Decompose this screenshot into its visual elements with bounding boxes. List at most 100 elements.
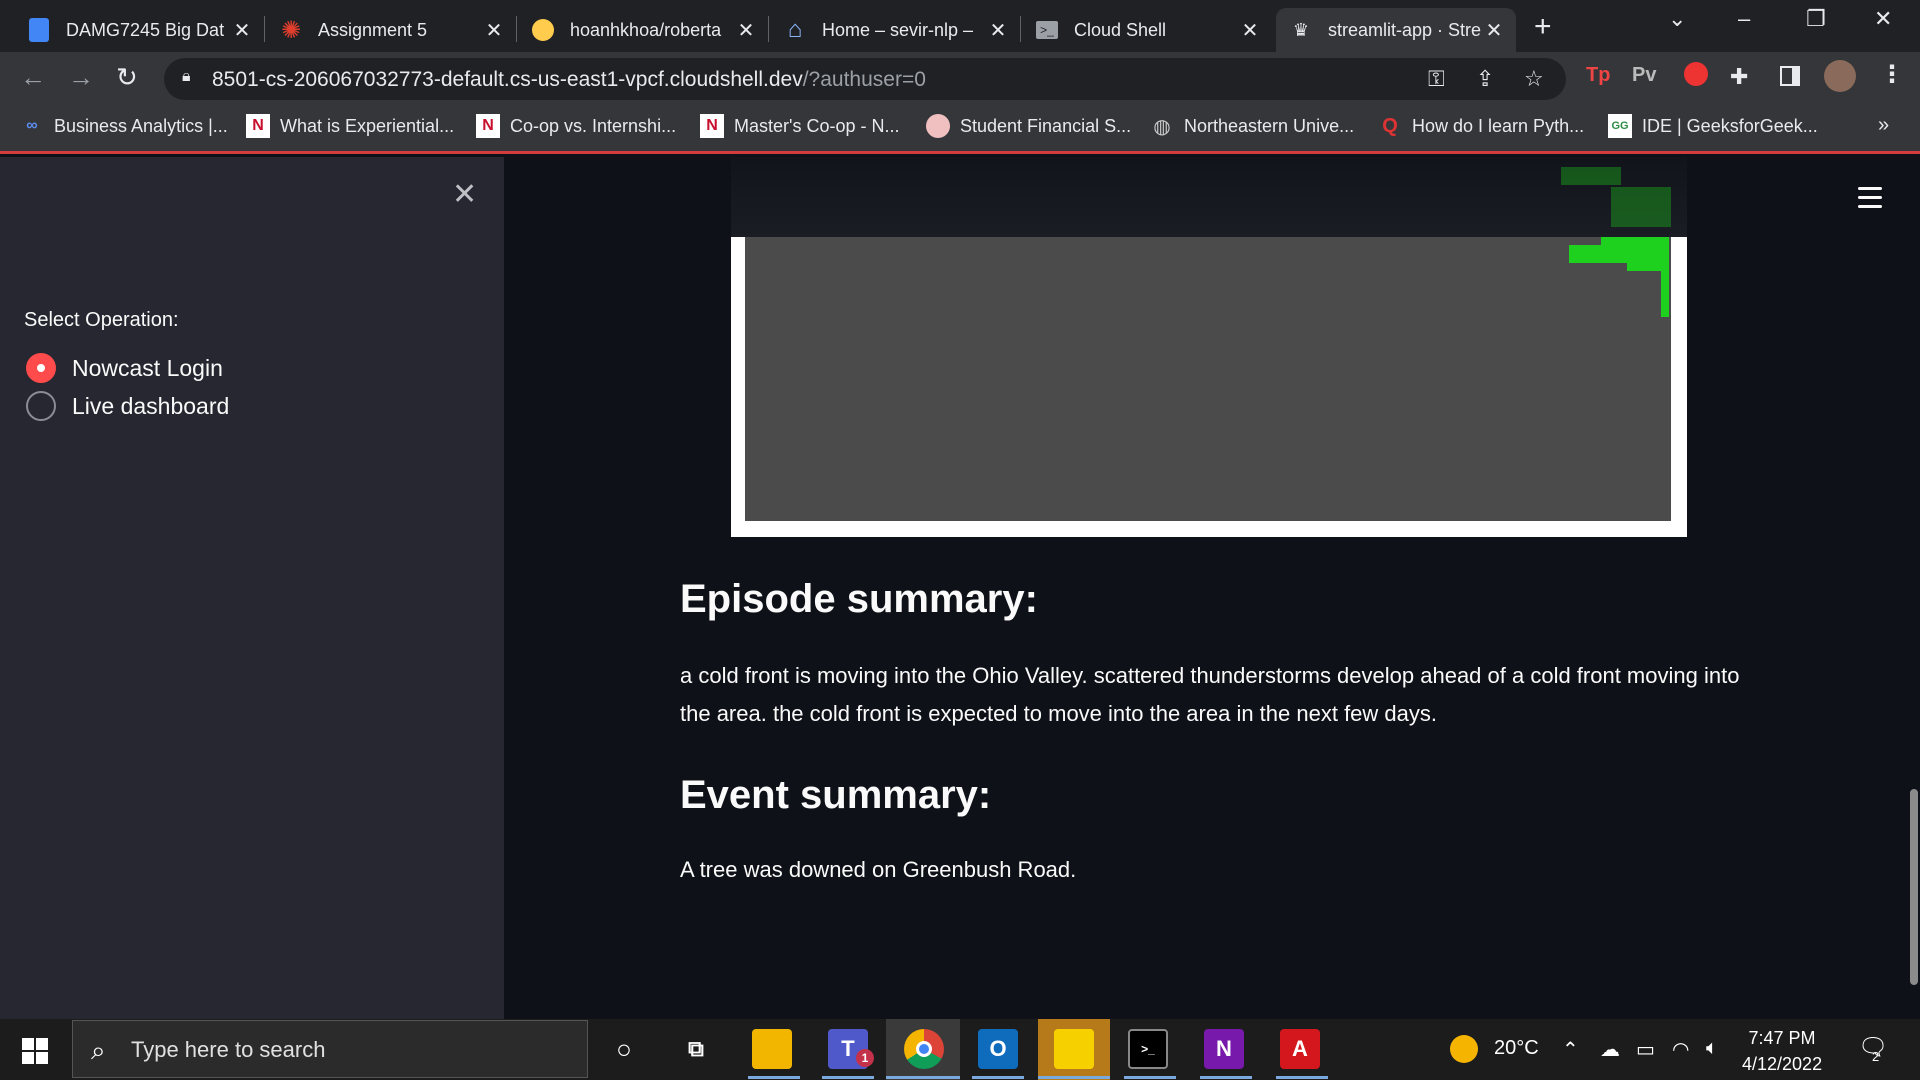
close-tab-icon[interactable]: ✕ <box>232 18 252 43</box>
globe-icon: ◍ <box>1153 115 1171 138</box>
onedrive-cloud-icon[interactable]: ☁ <box>1600 1037 1620 1062</box>
profile-avatar[interactable] <box>1824 60 1856 92</box>
radar-echo <box>1661 267 1669 317</box>
tab-damg7245[interactable]: DAMG7245 Big Dat ✕ <box>14 8 264 52</box>
sticky-notes-icon[interactable] <box>1054 1029 1094 1069</box>
tab-home-sevir[interactable]: ⌂ Home – sevir-nlp – ✕ <box>770 8 1020 52</box>
bookmark-item[interactable]: Student Financial S... <box>926 114 1131 138</box>
extension-tp-icon[interactable]: Tp <box>1586 64 1610 87</box>
forward-arrow-icon[interactable]: → <box>68 62 94 93</box>
bookmark-label: IDE | GeeksforGeek... <box>1642 115 1818 136</box>
radio-live-dashboard[interactable]: Live dashboard <box>26 391 229 421</box>
bookmark-label: How do I learn Pyth... <box>1412 115 1585 136</box>
onenote-icon[interactable]: N <box>1204 1029 1244 1069</box>
close-tab-icon[interactable]: ✕ <box>988 18 1008 43</box>
tab-cloud-shell[interactable]: >_ Cloud Shell ✕ <box>1022 8 1272 52</box>
bookmark-item[interactable]: N What is Experiential... <box>246 114 454 138</box>
quora-icon: Q <box>1382 114 1398 137</box>
acrobat-icon[interactable]: A <box>1280 1029 1320 1069</box>
taskbar-active-underline <box>1124 1076 1176 1079</box>
search-placeholder: Type here to search <box>131 1037 326 1062</box>
windows-start-icon[interactable] <box>22 1038 48 1064</box>
huggingface-icon <box>530 17 556 43</box>
tab-title: hoanhkhoa/roberta <box>570 19 722 40</box>
taskbar-active-underline <box>886 1076 960 1079</box>
tab-title: Assignment 5 <box>318 19 428 40</box>
bookmark-item[interactable]: ∞ Business Analytics |... <box>20 114 228 138</box>
bookmarks-overflow-button[interactable]: » <box>1878 114 1889 137</box>
chrome-icon[interactable] <box>904 1029 944 1069</box>
close-tab-icon[interactable]: ✕ <box>484 18 504 43</box>
scrollbar-thumb[interactable] <box>1910 789 1918 985</box>
outlook-icon[interactable]: O <box>978 1029 1018 1069</box>
tab-title: Home – sevir-nlp – <box>822 19 974 40</box>
weather-temperature[interactable]: 20°C <box>1494 1037 1539 1060</box>
bookmark-label: What is Experiential... <box>280 115 455 136</box>
terminal-app-icon[interactable]: >_ <box>1128 1029 1168 1069</box>
side-panel-icon[interactable] <box>1780 66 1800 86</box>
search-icon: ⌕ <box>91 1035 106 1065</box>
coursera-icon: ∞ <box>26 117 38 134</box>
volume-icon[interactable]: 🔈︎ <box>1706 1037 1718 1060</box>
taskbar-active-underline <box>1276 1076 1328 1079</box>
extension-pv-icon[interactable]: Pv <box>1632 64 1656 87</box>
hamburger-menu-icon[interactable] <box>1858 187 1882 214</box>
geeksforgeeks-icon: GG <box>1608 114 1632 138</box>
bookmark-label: Co-op vs. Internshi... <box>510 115 677 136</box>
bookmark-item[interactable]: GG IDE | GeeksforGeek... <box>1608 114 1818 138</box>
tab-search-icon[interactable]: ⌄ <box>1668 6 1686 32</box>
sidebar: ✕ Select Operation: Nowcast Login Live d… <box>0 157 504 1019</box>
extension-hand-icon[interactable] <box>1684 62 1708 86</box>
lock-icon: 🔒︎ <box>182 68 191 85</box>
menu-kebab-icon[interactable]: ⋮ <box>1880 60 1904 89</box>
streamlit-icon: ♛ <box>1292 19 1310 40</box>
radar-echo <box>1627 237 1669 271</box>
bookmark-item[interactable]: ◍ Northeastern Unive... <box>1150 114 1354 138</box>
taskbar-search-input[interactable]: ⌕ Type here to search <box>72 1020 588 1078</box>
tab-streamlit[interactable]: ♛ streamlit-app · Stre ✕ <box>1276 8 1516 52</box>
tab-separator <box>1020 16 1021 42</box>
bookmark-label: Northeastern Unive... <box>1184 115 1355 136</box>
close-tab-icon[interactable]: ✕ <box>1484 18 1504 43</box>
url-host: 8501-cs-206067032773-default.cs-us-east1… <box>212 68 803 91</box>
key-icon[interactable]: ⚿ <box>1428 66 1445 92</box>
wifi-icon[interactable]: ◠ <box>1672 1037 1689 1062</box>
close-window-button[interactable]: ✕ <box>1874 6 1892 32</box>
reload-icon[interactable]: ↻ <box>116 62 138 93</box>
close-tab-icon[interactable]: ✕ <box>736 18 756 43</box>
taskbar-active-underline <box>972 1076 1024 1079</box>
seal-icon <box>926 114 950 138</box>
back-arrow-icon[interactable]: ← <box>20 62 46 93</box>
minimize-button[interactable]: – <box>1738 6 1750 32</box>
tab-assignment5[interactable]: ✺ Assignment 5 ✕ <box>266 8 516 52</box>
show-hidden-icons-chevron-icon[interactable]: ⌃ <box>1562 1037 1579 1062</box>
bookmark-label: Business Analytics |... <box>54 115 228 136</box>
weather-sun-icon[interactable] <box>1450 1035 1478 1063</box>
close-sidebar-icon[interactable]: ✕ <box>452 177 477 212</box>
address-bar[interactable]: 🔒︎ 8501-cs-206067032773-default.cs-us-ea… <box>164 58 1566 100</box>
file-explorer-icon[interactable] <box>752 1029 792 1069</box>
share-icon[interactable]: ⇪ <box>1476 66 1494 92</box>
task-view-icon[interactable]: ⧉ <box>676 1029 716 1069</box>
extensions-puzzle-icon[interactable]: ✚ <box>1730 64 1748 90</box>
notifications-count: 2 <box>1872 1049 1880 1064</box>
radio-nowcast-login[interactable]: Nowcast Login <box>26 353 223 383</box>
clock[interactable]: 7:47 PM 4/12/2022 <box>1742 1025 1822 1077</box>
radio-label: Live dashboard <box>72 392 230 419</box>
new-tab-button[interactable]: + <box>1534 10 1552 44</box>
tab-huggingface[interactable]: hoanhkhoa/roberta ✕ <box>518 8 768 52</box>
radar-echo <box>1611 187 1671 227</box>
docs-icon <box>26 17 52 43</box>
cortana-icon[interactable]: ○ <box>604 1029 644 1069</box>
bookmark-star-icon[interactable]: ☆ <box>1524 66 1544 92</box>
bookmark-item[interactable]: N Master's Co-op - N... <box>700 114 899 138</box>
tab-separator <box>264 16 265 42</box>
bookmark-item[interactable]: N Co-op vs. Internshi... <box>476 114 676 138</box>
teams-badge: 1 <box>856 1049 874 1067</box>
taskbar-active-underline <box>1200 1076 1252 1079</box>
close-tab-icon[interactable]: ✕ <box>1240 18 1260 43</box>
northeastern-n-icon: N <box>246 114 270 138</box>
bookmark-item[interactable]: Q How do I learn Pyth... <box>1378 114 1584 138</box>
battery-icon[interactable]: ▭ <box>1636 1037 1655 1062</box>
restore-button[interactable]: ❐ <box>1806 6 1826 32</box>
